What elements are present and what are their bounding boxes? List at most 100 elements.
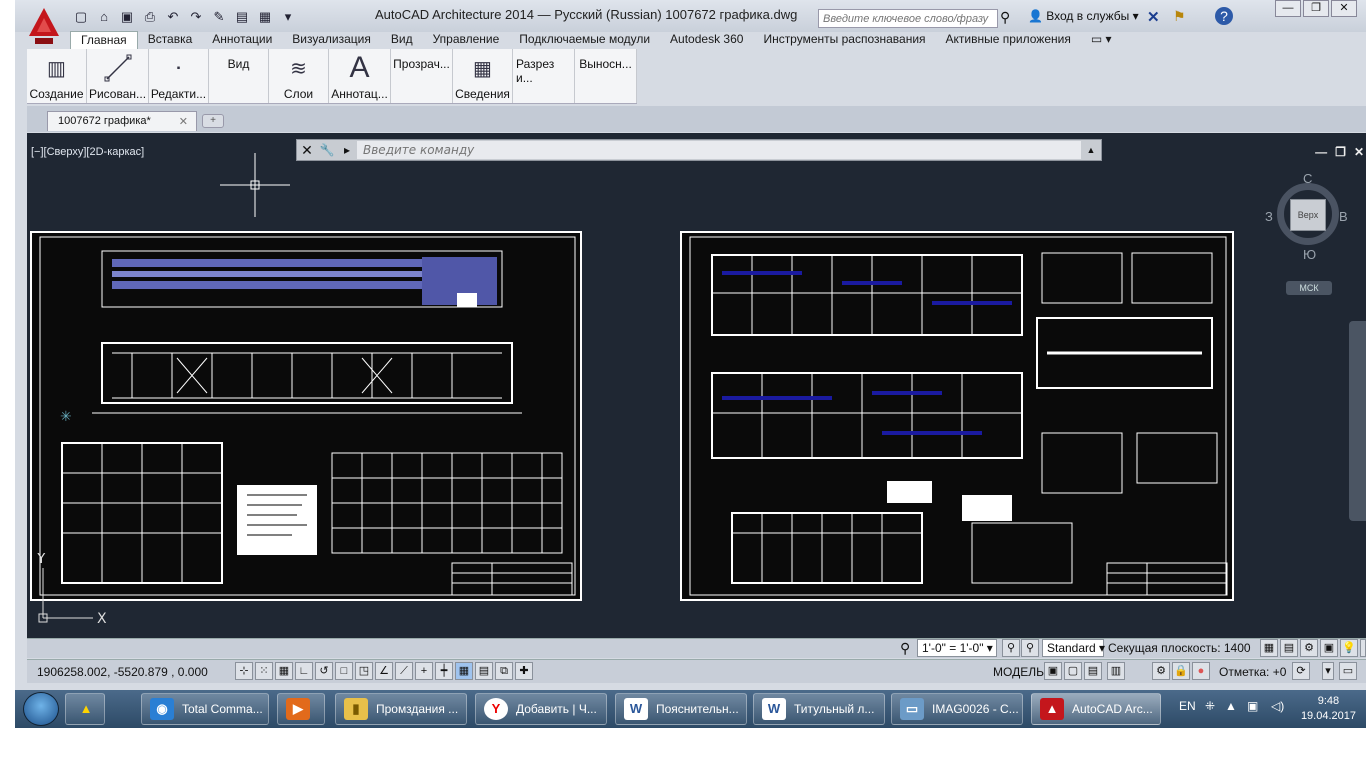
layout-icon-2[interactable]: ▢ (1064, 662, 1082, 680)
new-tab-button[interactable]: + (202, 114, 224, 128)
tray-settings-icon[interactable]: ⁜ (1205, 699, 1215, 713)
print-icon[interactable]: ⎙ (140, 8, 160, 26)
ribbon-options-icon[interactable]: ▭ ▾ (1081, 31, 1122, 49)
status1-menu-icon[interactable] (1360, 639, 1366, 657)
file-tab[interactable]: 1007672 графика* ✕ (47, 111, 197, 131)
tab-plugins[interactable]: Подключаемые модули (509, 31, 660, 49)
tab-autodesk360[interactable]: Autodesk 360 (660, 31, 753, 49)
cut-plane-label[interactable]: Секущая плоскость: 1400 (1108, 641, 1251, 655)
viewcube-top-face[interactable]: Верх (1290, 199, 1326, 231)
drawing-sheet-right[interactable] (680, 231, 1234, 601)
compass-north[interactable]: С (1303, 171, 1312, 186)
tab-home[interactable]: Главная (70, 31, 138, 49)
store-icon[interactable]: ⚑ (1173, 8, 1186, 25)
drawing-area[interactable]: [−][Сверху][2D-каркас] ✕ 🔧 ▸ ▲ — ❐ ✕ (27, 133, 1366, 638)
annotation-monitor-icon[interactable]: ✚ (515, 662, 533, 680)
annotation-scale-dropdown[interactable]: 1'-0" = 1'-0" ▾ (917, 639, 997, 657)
minimize-button[interactable]: — (1275, 0, 1301, 17)
hardware-accel-icon[interactable]: ● (1192, 662, 1210, 680)
annotation-scale-icon[interactable]: ⚲ (900, 640, 910, 657)
viewport-minimize-icon[interactable]: — (1315, 145, 1327, 159)
taskbar-item-folder[interactable]: ▮ Промздания ... (335, 693, 467, 725)
panel-view[interactable]: Вид (209, 49, 269, 103)
taskbar-item-word-1[interactable]: W Пояснительн... (615, 693, 747, 725)
display-config-dropdown[interactable]: Standard ▾ (1042, 639, 1105, 657)
clean-screen-button[interactable]: ▭ (1339, 662, 1357, 680)
selection-cycling-icon[interactable]: ⧉ (495, 662, 513, 680)
snap-mode-icon[interactable]: ⁙ (255, 662, 273, 680)
isolate-icon[interactable]: ⚙ (1300, 639, 1318, 657)
osnap-icon[interactable]: □ (335, 662, 353, 680)
tab-insert[interactable]: Вставка (138, 31, 203, 49)
qat-dropdown-icon[interactable]: ▾ (278, 8, 298, 26)
otrack-icon[interactable]: ∠ (375, 662, 393, 680)
3d-osnap-icon[interactable]: ◳ (355, 662, 373, 680)
quick-props-icon[interactable]: ▤ (475, 662, 493, 680)
panel-modify[interactable]: ▪ Редакти... (149, 49, 209, 103)
volume-icon[interactable]: ◁) (1271, 699, 1284, 713)
taskbar-item-word-2[interactable]: W Титульный л... (753, 693, 885, 725)
dyn-input-icon[interactable]: + (415, 662, 433, 680)
tab-render[interactable]: Визуализация (282, 31, 381, 49)
help-icon[interactable]: ? (1215, 7, 1233, 25)
panel-draw[interactable]: Рисован... (87, 49, 149, 103)
transparency-icon[interactable]: ▦ (455, 662, 473, 680)
tab-annotate[interactable]: Аннотации (202, 31, 282, 49)
annotation-visibility-icon[interactable]: ⚲ (1002, 639, 1020, 657)
restore-button[interactable]: ❐ (1303, 0, 1329, 17)
status-menu-icon[interactable]: ▾ (1322, 662, 1334, 680)
lineweight-icon[interactable]: ┿ (435, 662, 453, 680)
language-indicator[interactable]: EN (1179, 699, 1196, 713)
clock[interactable]: 9:48 19.04.2017 (1301, 694, 1356, 724)
layer-key-icon[interactable]: ▤ (1280, 639, 1298, 657)
auto-scale-icon[interactable]: ⚲ (1021, 639, 1039, 657)
taskbar-item-media[interactable]: ▶ (277, 693, 325, 725)
elevation-icon[interactable]: ⟳ (1292, 662, 1310, 680)
viewport-restore-icon[interactable]: ❐ (1335, 145, 1346, 159)
binoculars-icon[interactable]: ⚲ (1000, 9, 1010, 26)
properties-icon[interactable]: ▤ (232, 8, 252, 26)
workspace-icon[interactable]: ▦ (255, 8, 275, 26)
panel-section[interactable]: Разрез и... (513, 49, 575, 103)
panel-callout[interactable]: Выносн... (575, 49, 637, 103)
command-prompt-icon[interactable]: ▸ (337, 143, 357, 157)
redo-icon[interactable]: ↷ (186, 8, 206, 26)
surface-hatch-icon[interactable]: ▦ (1260, 639, 1278, 657)
taskbar-item-image[interactable]: ▭ IMAG0026 - С... (891, 693, 1023, 725)
taskbar-item-total-commander[interactable]: ◉ Total Comma... (141, 693, 269, 725)
close-command-icon[interactable]: ✕ (297, 142, 317, 159)
login-button[interactable]: 👤 Вход в службы ▾ (1028, 9, 1139, 23)
lock-icon[interactable]: 🔒 (1172, 662, 1190, 680)
save-icon[interactable]: ▣ (117, 8, 137, 26)
viewport-controls-label[interactable]: [−][Сверху][2D-каркас] (31, 146, 144, 158)
grid-icon[interactable]: ▦ (275, 662, 293, 680)
wrench-icon[interactable]: 🔧 (317, 143, 337, 157)
tab-view[interactable]: Вид (381, 31, 423, 49)
layout-icon-1[interactable]: ▣ (1044, 662, 1062, 680)
tray-device-icon[interactable]: ▣ (1247, 699, 1258, 713)
search-input[interactable] (818, 9, 998, 28)
open-icon[interactable]: ⌂ (94, 8, 114, 26)
new-icon[interactable]: ▢ (71, 8, 91, 26)
taskbar-item-yandex[interactable]: Y Добавить | Ч... (475, 693, 607, 725)
compass-south[interactable]: Ю (1303, 247, 1316, 262)
navigation-bar[interactable] (1349, 321, 1366, 521)
panel-transparency[interactable]: Прозрач... (391, 49, 453, 103)
panel-info[interactable]: ▦ Сведения (453, 49, 513, 103)
tab-recognition[interactable]: Инструменты распознавания (753, 31, 935, 49)
ortho-icon[interactable]: ∟ (295, 662, 313, 680)
close-button[interactable]: ✕ (1331, 0, 1357, 17)
lightbulb-icon[interactable]: 💡 (1340, 639, 1358, 657)
command-history-icon[interactable]: ▲ (1081, 145, 1101, 155)
panel-create[interactable]: ▥ Создание (27, 49, 87, 103)
quick-view-icon[interactable]: ▥ (1107, 662, 1125, 680)
match-icon[interactable]: ✎ (209, 8, 229, 26)
model-space-button[interactable]: МОДЕЛЬ (993, 665, 1044, 679)
start-button[interactable] (23, 692, 59, 726)
elevation-display[interactable]: Отметка: +0 (1219, 665, 1286, 679)
compass-west[interactable]: З (1265, 209, 1273, 224)
polar-icon[interactable]: ↺ (315, 662, 333, 680)
coordinates-display[interactable]: 1906258.002, -5520.879 , 0.000 (37, 665, 208, 679)
taskbar-item-autocad[interactable]: ▲ AutoCAD Arc... (1031, 693, 1161, 725)
close-tab-icon[interactable]: ✕ (179, 115, 188, 128)
